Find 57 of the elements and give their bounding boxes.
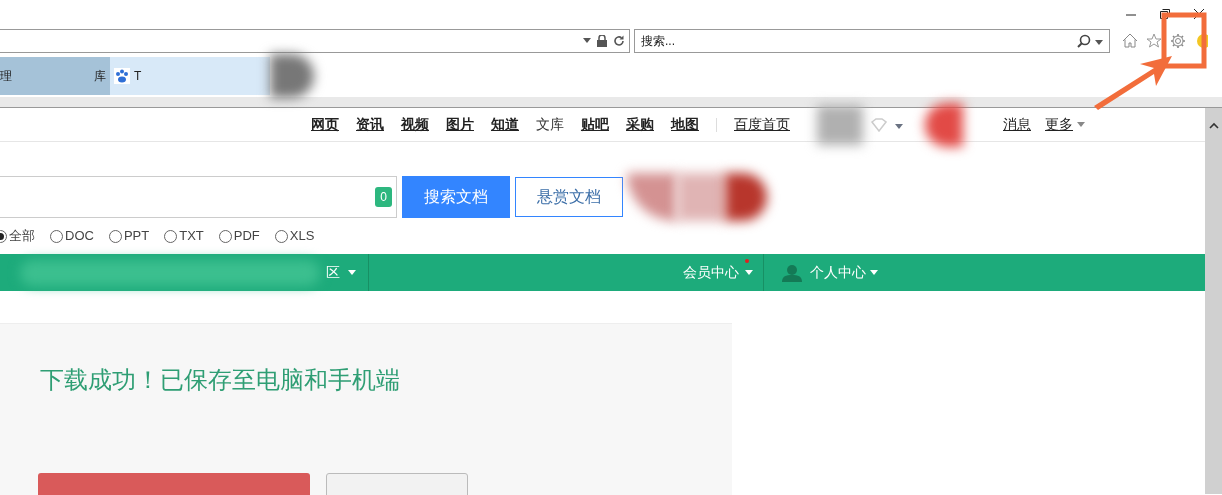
caret-icon (583, 38, 591, 43)
diamond-icon (871, 117, 887, 132)
search-documents-button[interactable]: 搜索文档 (402, 176, 510, 218)
search-input[interactable]: 搜索... (641, 31, 1077, 50)
caret-icon (1077, 122, 1085, 127)
caret-icon (745, 270, 753, 275)
caret-icon (348, 270, 356, 275)
caret-icon (1095, 39, 1103, 45)
caret-icon (870, 270, 878, 275)
blurred-area (627, 173, 677, 221)
caret-icon (895, 124, 903, 129)
messages-link[interactable]: 消息 (1003, 114, 1031, 135)
person-icon (782, 263, 802, 282)
refresh-icon[interactable] (613, 34, 625, 47)
more-menu[interactable]: 更多 (1045, 114, 1085, 135)
lock-icon (597, 34, 607, 47)
tab-title: 库 (94, 68, 106, 85)
nav-link[interactable]: 地图 (671, 114, 699, 135)
close-icon[interactable] (1194, 9, 1204, 19)
tab-title: T (134, 68, 142, 85)
blurred-area (677, 173, 725, 221)
filter-label: XLS (289, 227, 315, 246)
reward-documents-button[interactable]: 悬赏文档 (515, 177, 623, 217)
blurred-area (925, 102, 963, 147)
count-badge: 0 (375, 187, 392, 207)
search-icon[interactable] (1077, 33, 1091, 48)
home-icon[interactable] (1122, 33, 1138, 48)
blurred-area (817, 104, 863, 145)
settings-icon[interactable] (1170, 32, 1186, 49)
blurred-area (270, 54, 314, 98)
filter-label: TXT (179, 227, 204, 246)
smiley-icon[interactable] (1194, 32, 1208, 49)
blurred-area (725, 173, 767, 221)
nav-link[interactable]: 贴吧 (581, 114, 609, 135)
nav-link[interactable]: 网页 (311, 114, 339, 135)
nav-link[interactable]: 采购 (626, 114, 654, 135)
home-link[interactable]: 百度首页 (734, 114, 790, 135)
filter-label: 全部 (9, 227, 35, 246)
search-bar[interactable]: 搜索... (634, 28, 1110, 53)
browser-tab[interactable]: 理 库 (0, 57, 110, 95)
scrollbar[interactable] (1205, 108, 1222, 494)
address-field[interactable] (0, 28, 630, 53)
success-heading: 下载成功！已保存至电脑和手机端 (40, 365, 400, 395)
nav-link[interactable]: 知道 (491, 114, 519, 135)
paw-icon (114, 68, 130, 84)
filter-label: PPT (123, 227, 150, 246)
tab-title: 理 (0, 68, 12, 85)
restore-icon[interactable] (1160, 9, 1170, 19)
filter-label: DOC (65, 227, 94, 246)
scroll-up-icon[interactable] (1208, 122, 1219, 129)
browser-tab[interactable]: T (110, 57, 270, 95)
star-icon[interactable] (1146, 33, 1162, 48)
nav-link[interactable]: 视频 (401, 114, 429, 135)
nav-link[interactable]: 资讯 (356, 114, 384, 135)
filter-label: PDF (233, 227, 260, 246)
nav-link[interactable]: 图片 (446, 114, 474, 135)
nav-link[interactable]: 文库 (536, 114, 564, 135)
